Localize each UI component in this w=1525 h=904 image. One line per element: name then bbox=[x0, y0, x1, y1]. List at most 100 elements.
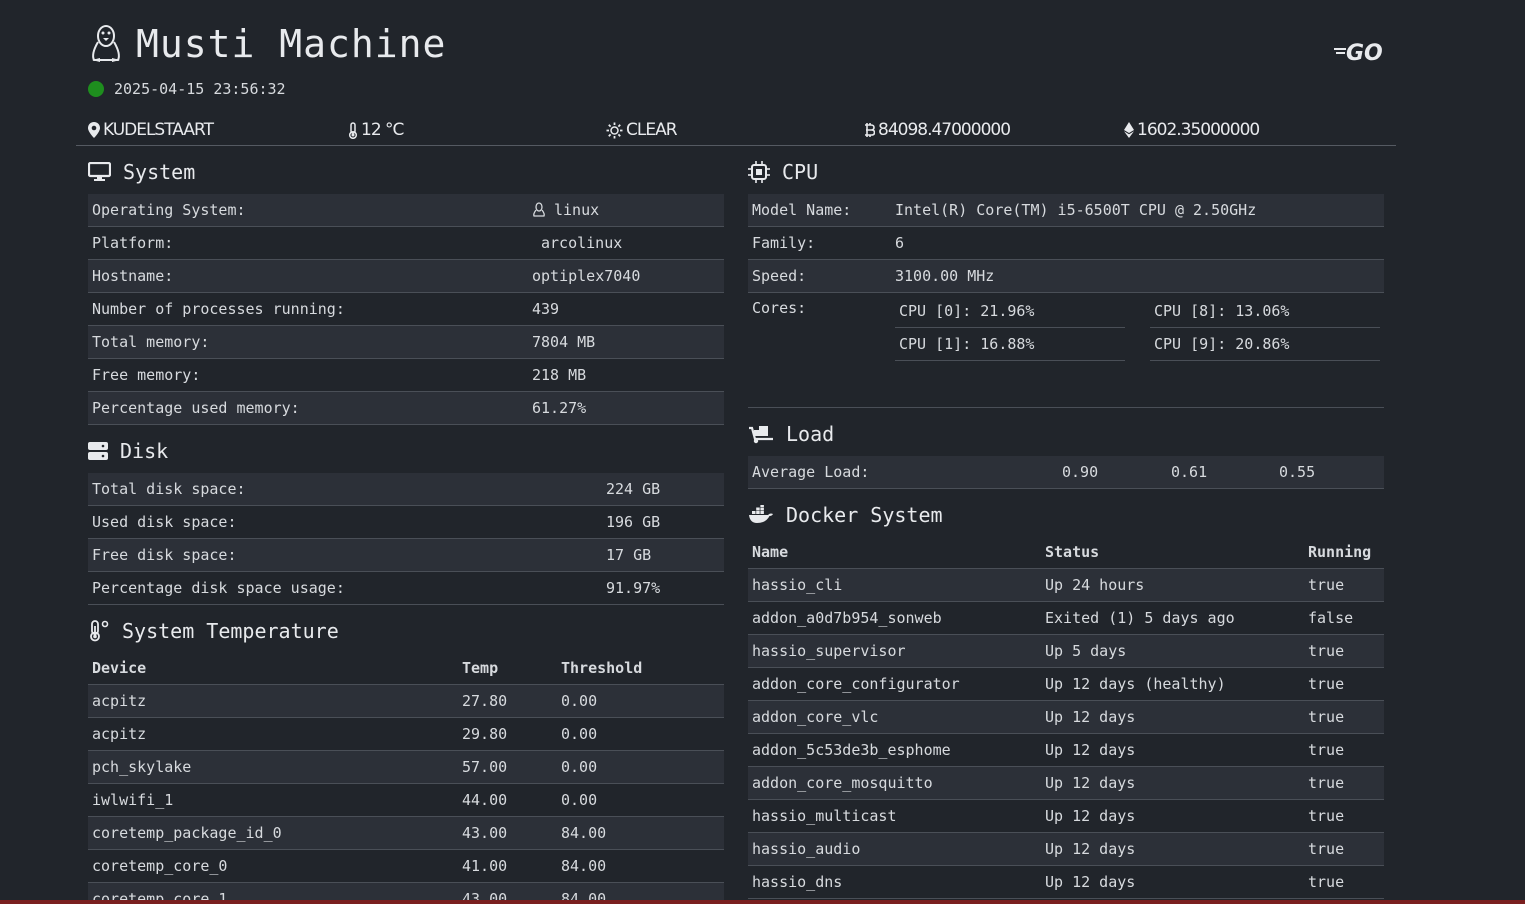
disk-row: Used disk space: 196 GB bbox=[88, 506, 724, 539]
weather-text: CLEAR bbox=[626, 120, 678, 140]
docker-container-name: hassio_multicast bbox=[752, 807, 897, 825]
docker-row: addon_5c53de3b_esphome Up 12 days true bbox=[748, 734, 1384, 767]
temp-threshold: 84.00 bbox=[561, 857, 607, 875]
temp-device: iwlwifi_1 bbox=[92, 791, 174, 809]
svg-text:GO: GO bbox=[1346, 41, 1383, 66]
load-label: Average Load: bbox=[752, 463, 870, 481]
load-section-title: Load bbox=[786, 422, 835, 446]
disk-row: Total disk space: 224 GB bbox=[88, 473, 724, 506]
docker-row: hassio_cli Up 24 hours true bbox=[748, 569, 1384, 602]
docker-container-status: Up 12 days (healthy) bbox=[1045, 675, 1226, 693]
docker-icon bbox=[749, 505, 773, 523]
docker-container-name: addon_a0d7b954_sonweb bbox=[752, 609, 942, 627]
cpu-table: Model Name: Intel(R) Core(TM) i5-6500T C… bbox=[748, 194, 1384, 408]
map-pin-icon bbox=[88, 122, 100, 138]
thermometer-icon bbox=[348, 121, 358, 139]
disk-row-label: Total disk space: bbox=[92, 480, 246, 498]
title-row: Musti Machine bbox=[88, 18, 446, 70]
online-status-dot bbox=[88, 81, 104, 97]
docker-row: addon_a0d7b954_sonweb Exited (1) 5 days a… bbox=[748, 602, 1384, 635]
info-bar: KUDELSTAART 12 °C CLEAR 84098.47000000 1… bbox=[88, 120, 1388, 146]
temp-device: acpitz bbox=[92, 692, 147, 710]
temp-threshold: 0.00 bbox=[561, 791, 598, 809]
temp-value: 57.00 bbox=[462, 758, 508, 776]
docker-container-status: Up 12 days bbox=[1045, 840, 1136, 858]
linux-icon bbox=[533, 202, 545, 217]
location-text: KUDELSTAART bbox=[103, 120, 214, 140]
bitcoin-price: 84098.47000000 bbox=[878, 120, 1011, 140]
disk-row-value: 196 GB bbox=[606, 513, 661, 531]
docker-row: hassio_multicast Up 12 days true bbox=[748, 800, 1384, 833]
dashboard: Musti Machine GO 2025-04-15 23:56:32 KUD… bbox=[0, 0, 1525, 904]
docker-container-name: addon_core_configurator bbox=[752, 675, 960, 693]
cpu-model-label: Model Name: bbox=[752, 201, 852, 219]
dolly-icon bbox=[749, 426, 773, 444]
system-row-label: Operating System: bbox=[92, 201, 246, 219]
cpu-family-row: Family: 6 bbox=[748, 227, 1384, 260]
docker-container-status: Up 12 days bbox=[1045, 708, 1136, 726]
cpu-speed-value: 3100.00 MHz bbox=[895, 267, 995, 285]
docker-container-name: addon_core_mosquitto bbox=[752, 774, 933, 792]
cpu-family-value: 6 bbox=[895, 234, 905, 252]
temperature-high-icon bbox=[90, 620, 109, 642]
docker-row: hassio_supervisor Up 5 days true bbox=[748, 635, 1384, 668]
cpu-core-cell: CPU [8]: 13.06% bbox=[1150, 295, 1380, 328]
docker-container-name: hassio_dns bbox=[752, 873, 843, 891]
system-row-value: linux bbox=[554, 201, 600, 219]
docker-container-status: Up 12 days bbox=[1045, 774, 1136, 792]
ethereum-item: 1602.35000000 bbox=[1124, 120, 1260, 140]
docker-header-running: Running bbox=[1308, 543, 1372, 561]
location-item: KUDELSTAART bbox=[88, 120, 214, 140]
docker-container-running: true bbox=[1308, 774, 1345, 792]
docker-container-name: hassio_cli bbox=[752, 576, 843, 594]
disk-row-value: 91.97% bbox=[606, 579, 661, 597]
temp-value: 27.80 bbox=[462, 692, 508, 710]
bottom-edge-bar bbox=[0, 900, 1525, 904]
temp-threshold: 84.00 bbox=[561, 824, 607, 842]
temp-device: coretemp_core_0 bbox=[92, 857, 228, 875]
ethereum-price: 1602.35000000 bbox=[1137, 120, 1260, 140]
docker-container-running: true bbox=[1308, 675, 1345, 693]
cpu-model-value: Intel(R) Core(TM) i5-6500T CPU @ 2.50GHz bbox=[895, 201, 1257, 219]
load-row: Average Load: 0.90 0.61 0.55 bbox=[748, 456, 1384, 489]
disk-row-label: Percentage disk space usage: bbox=[92, 579, 345, 597]
temp-header-temp: Temp bbox=[462, 659, 499, 677]
cpu-speed-label: Speed: bbox=[752, 267, 807, 285]
system-row-label: Platform: bbox=[92, 234, 174, 252]
docker-container-running: true bbox=[1308, 741, 1345, 759]
temp-threshold: 0.00 bbox=[561, 692, 598, 710]
docker-section-title: Docker System bbox=[786, 503, 943, 527]
bitcoin-icon bbox=[865, 123, 875, 137]
bitcoin-item: 84098.47000000 bbox=[864, 120, 1011, 140]
system-row-value: 61.27% bbox=[532, 399, 587, 417]
cpu-speed-row: Speed: 3100.00 MHz bbox=[748, 260, 1384, 293]
system-row-value: optiplex7040 bbox=[532, 267, 641, 285]
go-logo-icon: GO bbox=[1334, 41, 1383, 66]
docker-row: hassio_dns Up 12 days true bbox=[748, 866, 1384, 899]
cpu-divider bbox=[748, 407, 1384, 408]
docker-container-running: true bbox=[1308, 576, 1345, 594]
cpu-model-row: Model Name: Intel(R) Core(TM) i5-6500T C… bbox=[748, 194, 1384, 227]
docker-row: hassio_audio Up 12 days true bbox=[748, 833, 1384, 866]
temperature-item: 12 °C bbox=[348, 120, 404, 140]
cpu-core-value: CPU [9]: 20.86% bbox=[1154, 335, 1290, 353]
system-row-label: Total memory: bbox=[92, 333, 210, 351]
system-row-label: Percentage used memory: bbox=[92, 399, 300, 417]
disk-row: Free disk space: 17 GB bbox=[88, 539, 724, 572]
page-title: Musti Machine bbox=[136, 22, 447, 66]
load-5min: 0.61 bbox=[1171, 463, 1208, 481]
system-row-label: Number of processes running: bbox=[92, 300, 345, 318]
sun-icon bbox=[606, 122, 623, 138]
disk-row-label: Free disk space: bbox=[92, 546, 237, 564]
load-15min: 0.55 bbox=[1279, 463, 1316, 481]
disk-row: Percentage disk space usage: 91.97% bbox=[88, 572, 724, 605]
temperature-section-title: System Temperature bbox=[122, 619, 339, 643]
system-row: Operating System: linux bbox=[88, 194, 724, 227]
temp-header-threshold: Threshold bbox=[561, 659, 643, 677]
docker-section-header: Docker System bbox=[748, 503, 943, 527]
load-section-header: Load bbox=[748, 422, 834, 446]
docker-container-status: Up 24 hours bbox=[1045, 576, 1145, 594]
temp-device: pch_skylake bbox=[92, 758, 192, 776]
docker-container-status: Up 5 days bbox=[1045, 642, 1127, 660]
docker-row: addon_core_configurator Up 12 days (healt… bbox=[748, 668, 1384, 701]
